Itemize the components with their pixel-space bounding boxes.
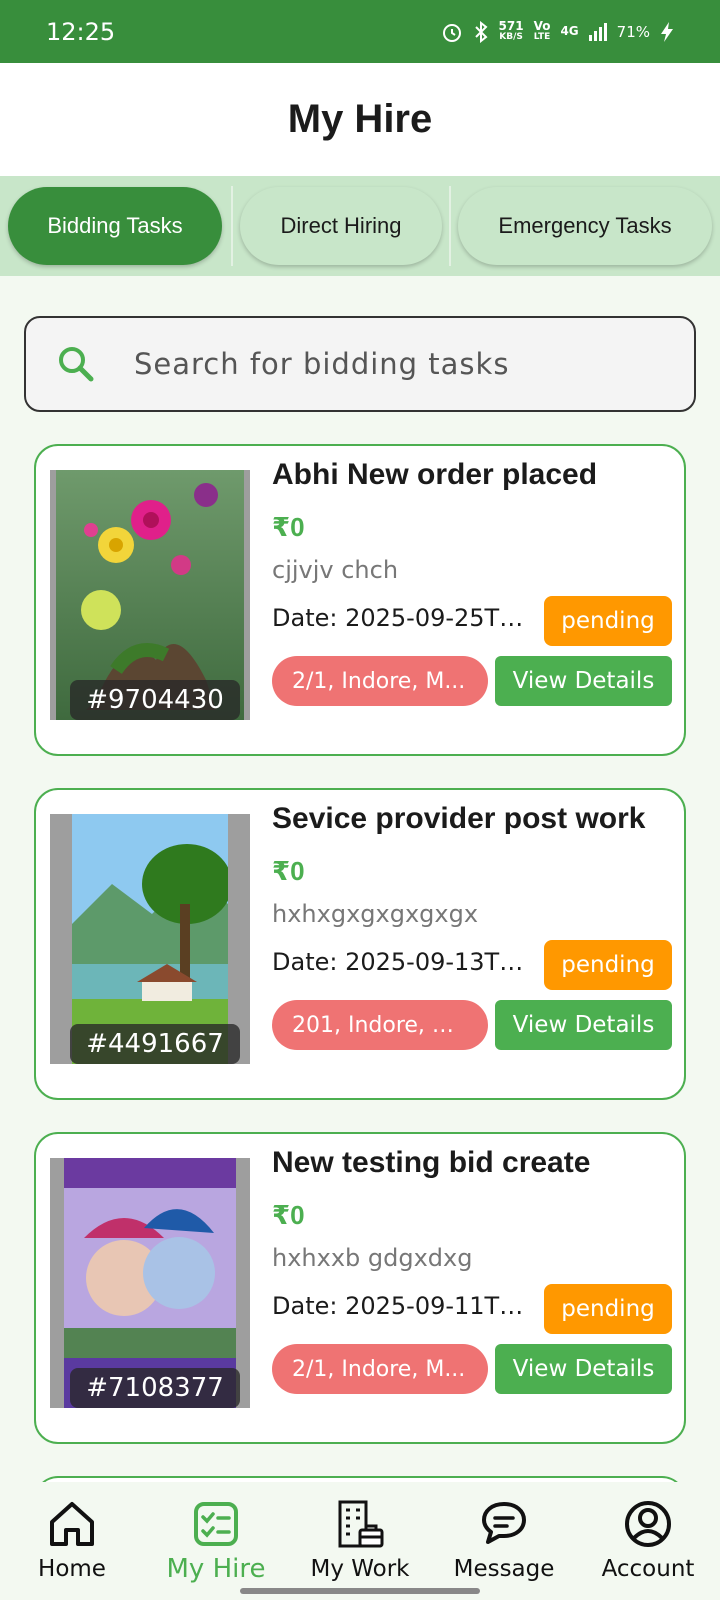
tab-direct-hiring[interactable]: Direct Hiring [240, 187, 442, 265]
status-badge: pending [544, 596, 672, 646]
task-title: Abhi New order placed [272, 458, 598, 491]
task-image: #9704430 [50, 470, 250, 720]
nav-my-work[interactable]: My Work [288, 1482, 432, 1600]
view-details-button[interactable]: View Details [495, 656, 672, 706]
gesture-bar[interactable] [240, 1588, 480, 1594]
building-briefcase-icon [338, 1500, 384, 1548]
alarm-icon [442, 23, 461, 42]
volte-indicator: Vo LTE [533, 18, 551, 42]
nav-label: My Hire [166, 1554, 266, 1584]
task-card[interactable]: #7108377 New testing bid create ₹0 hxhxx… [34, 1132, 686, 1444]
status-time: 12:25 [46, 17, 116, 46]
status-badge: pending [544, 940, 672, 990]
page-title: My Hire [287, 97, 433, 141]
task-price: ₹0 [272, 856, 305, 886]
task-description: cjjvjv chch [272, 556, 399, 584]
tab-divider [449, 186, 451, 266]
network-type: 4G [560, 24, 579, 38]
location-chip[interactable]: 2/1, Indore, M... [272, 656, 488, 706]
task-date: Date: 2025-09-25T0... [272, 604, 532, 632]
status-badge: pending [544, 1284, 672, 1334]
signal-icon [588, 22, 607, 41]
battery-percent: 71% [616, 22, 650, 41]
search-bar[interactable] [24, 316, 696, 412]
tab-divider [231, 186, 233, 266]
location-chip[interactable]: 201, Indore, M... [272, 1000, 488, 1050]
status-icons: 571 KB/S Vo LTE 4G 71% [441, 18, 674, 43]
task-description: hxhxxb gdgxdxg [272, 1244, 473, 1272]
task-id-badge: #7108377 [70, 1368, 240, 1408]
location-label: 2/1, Indore, M... [292, 668, 466, 694]
task-price: ₹0 [272, 1200, 305, 1230]
charging-icon [661, 21, 673, 42]
task-image: #4491667 [50, 814, 250, 1064]
view-details-button[interactable]: View Details [495, 1344, 672, 1394]
search-input[interactable] [134, 347, 654, 381]
task-description: hxhxgxgxgxgxgx [272, 900, 479, 928]
task-card[interactable]: #9704430 Abhi New order placed ₹0 cjjvjv… [34, 444, 686, 756]
chat-icon [482, 1502, 526, 1544]
bottom-nav: Home My Hire My Work Message Account [0, 1482, 720, 1600]
nav-label: Home [38, 1556, 106, 1582]
task-title: New testing bid create [272, 1146, 591, 1179]
view-details-button[interactable]: View Details [495, 1000, 672, 1050]
task-card[interactable]: #4491667 Sevice provider post work ₹0 hx… [34, 788, 686, 1100]
net-speed: 571 KB/S [498, 18, 524, 42]
home-icon [50, 1502, 94, 1546]
location-label: 201, Indore, M... [292, 1012, 468, 1038]
app-bar: My Hire [0, 63, 720, 176]
task-image: #7108377 [50, 1158, 250, 1408]
nav-my-hire[interactable]: My Hire [144, 1482, 288, 1600]
task-date: Date: 2025-09-13T0... [272, 948, 532, 976]
bluetooth-icon [474, 20, 488, 43]
status-bar: 12:25 571 KB/S Vo LTE 4G 71% [0, 0, 720, 63]
nav-account[interactable]: Account [576, 1482, 720, 1600]
location-label: 2/1, Indore, M... [292, 1356, 466, 1382]
task-price: ₹0 [272, 512, 305, 542]
task-title: Sevice provider post work [272, 802, 646, 835]
tab-emergency-tasks[interactable]: Emergency Tasks [458, 187, 712, 265]
account-icon [625, 1501, 671, 1547]
location-chip[interactable]: 2/1, Indore, M... [272, 1344, 488, 1394]
tab-bar: Bidding Tasks Direct Hiring Emergency Ta… [0, 176, 720, 276]
task-id-badge: #9704430 [70, 680, 240, 720]
nav-home[interactable]: Home [0, 1482, 144, 1600]
task-list-icon [194, 1502, 238, 1546]
tab-bidding-tasks[interactable]: Bidding Tasks [8, 187, 222, 265]
nav-label: Message [453, 1556, 555, 1582]
task-date: Date: 2025-09-11T0... [272, 1292, 532, 1320]
nav-label: Account [601, 1556, 695, 1582]
search-icon [59, 347, 94, 382]
task-id-badge: #4491667 [70, 1024, 240, 1064]
nav-label: My Work [310, 1556, 410, 1582]
nav-message[interactable]: Message [432, 1482, 576, 1600]
